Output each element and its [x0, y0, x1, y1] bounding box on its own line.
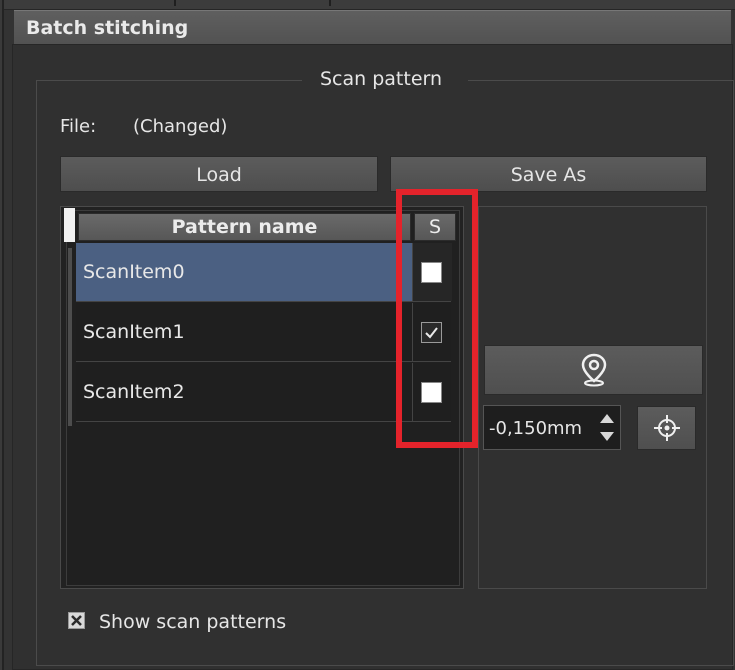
- location-pin-icon: [581, 353, 607, 387]
- annotation-highlight-box: [396, 189, 478, 448]
- table-row[interactable]: ScanItem2: [76, 363, 451, 422]
- row-header-strip: [68, 248, 72, 426]
- pattern-name-cell: ScanItem2: [83, 381, 185, 403]
- strip-divider: [174, 0, 176, 6]
- show-scan-patterns-checkbox[interactable]: [68, 612, 85, 629]
- table-corner-button[interactable]: [64, 208, 75, 242]
- load-button[interactable]: Load: [60, 156, 378, 192]
- x-mark-icon: [71, 615, 82, 626]
- save-as-button[interactable]: Save As: [390, 156, 707, 192]
- table-row[interactable]: ScanItem1: [76, 303, 451, 362]
- panel-titlebar[interactable]: Batch stitching: [14, 10, 731, 45]
- spin-up-icon[interactable]: [600, 414, 614, 423]
- offset-spinbox[interactable]: -0,150mm: [483, 405, 621, 450]
- strip-divider: [329, 0, 331, 6]
- pattern-name-cell: ScanItem1: [83, 321, 185, 343]
- pattern-controls-frame: [478, 206, 707, 589]
- file-label: File:: [60, 116, 97, 137]
- table-row[interactable]: ScanItem0: [76, 243, 452, 302]
- column-header-pattern-name[interactable]: Pattern name: [78, 213, 411, 241]
- pattern-name-cell: ScanItem0: [83, 261, 185, 283]
- crosshair-icon: [654, 415, 680, 441]
- file-value: (Changed): [133, 116, 228, 137]
- panel-title: Batch stitching: [26, 17, 189, 39]
- spin-down-icon[interactable]: [600, 432, 614, 441]
- offset-value: -0,150mm: [489, 418, 583, 439]
- top-strip: [4, 0, 735, 10]
- show-scan-patterns-label[interactable]: Show scan patterns: [99, 611, 286, 633]
- target-button[interactable]: [637, 406, 696, 450]
- scan-pattern-group-title: Scan pattern: [320, 68, 443, 90]
- location-button[interactable]: [484, 345, 703, 395]
